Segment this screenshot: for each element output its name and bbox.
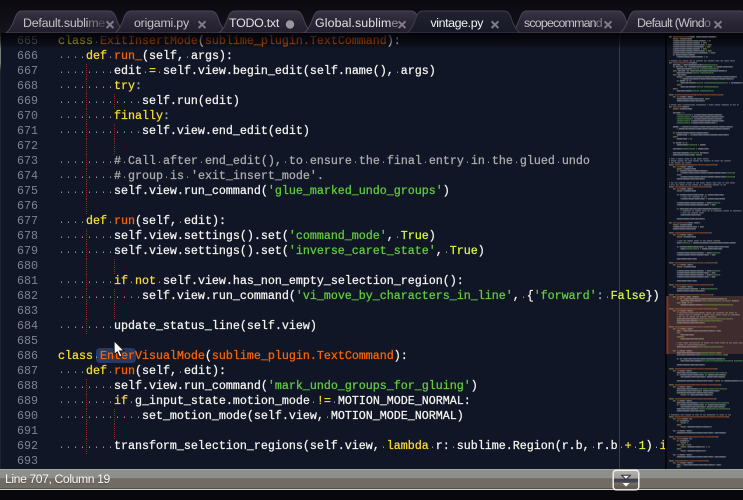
svg-text:Global.sublime: Global.sublime [315,16,398,30]
svg-text:Default (Windo: Default (Windo [637,16,711,30]
svg-text:TODO.txt: TODO.txt [229,16,280,30]
svg-text:vintage.py: vintage.py [431,16,485,30]
svg-text:origami.py: origami.py [134,16,190,30]
svg-text:scopecommand: scopecommand [524,16,603,30]
svg-text:Default.sublime: Default.sublime [23,16,105,30]
